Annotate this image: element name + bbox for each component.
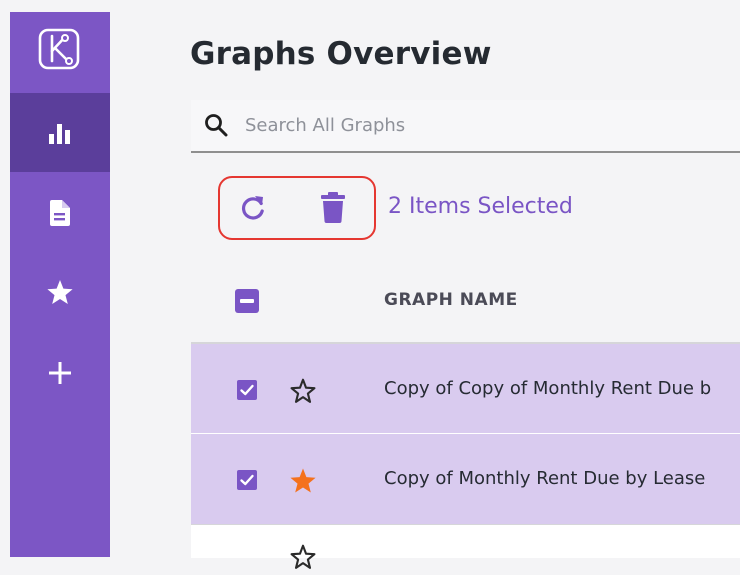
sidebar-item-add[interactable] [10, 333, 110, 412]
search-bar [191, 100, 740, 153]
page-title: Graphs Overview [190, 36, 492, 72]
sidebar-item-favorites[interactable] [10, 253, 110, 332]
delete-button[interactable] [320, 191, 346, 223]
row-checkbox[interactable] [237, 470, 257, 490]
graph-name-cell[interactable]: Copy of Copy of Monthly Rent Due b [384, 378, 711, 399]
table-row-partial [191, 524, 740, 569]
selection-count: 2 Items Selected [388, 194, 573, 219]
search-input[interactable] [245, 100, 715, 151]
trash-icon [321, 192, 345, 223]
table-row[interactable]: Copy of Monthly Rent Due by Lease [191, 433, 740, 524]
star-icon [47, 280, 73, 305]
kuber-logo-icon[interactable] [38, 28, 80, 70]
row-checkbox[interactable] [237, 380, 257, 400]
checkmark-icon [240, 474, 254, 486]
bar-chart-icon [49, 123, 70, 144]
main-content: Graphs Overview 2 Items Selected GRAPH N… [110, 12, 740, 569]
table-row[interactable]: Copy of Copy of Monthly Rent Due b [191, 342, 740, 434]
favorite-star-icon[interactable] [289, 377, 317, 405]
document-icon [50, 199, 70, 226]
sidebar-item-documents[interactable] [10, 173, 110, 252]
favorite-star-icon[interactable] [289, 543, 317, 571]
favorite-star-filled-icon[interactable] [289, 467, 317, 495]
refresh-icon [241, 196, 264, 220]
checkmark-icon [240, 384, 254, 396]
select-all-checkbox[interactable] [235, 289, 259, 313]
sidebar-item-graphs[interactable] [10, 93, 110, 172]
plus-icon [49, 361, 71, 384]
column-header-graph-name[interactable]: GRAPH NAME [384, 290, 518, 310]
refresh-button[interactable] [237, 192, 269, 224]
search-icon [205, 114, 228, 137]
table-header: GRAPH NAME [191, 260, 740, 340]
graph-name-cell[interactable]: Copy of Monthly Rent Due by Lease [384, 468, 705, 489]
sidebar [10, 12, 110, 557]
